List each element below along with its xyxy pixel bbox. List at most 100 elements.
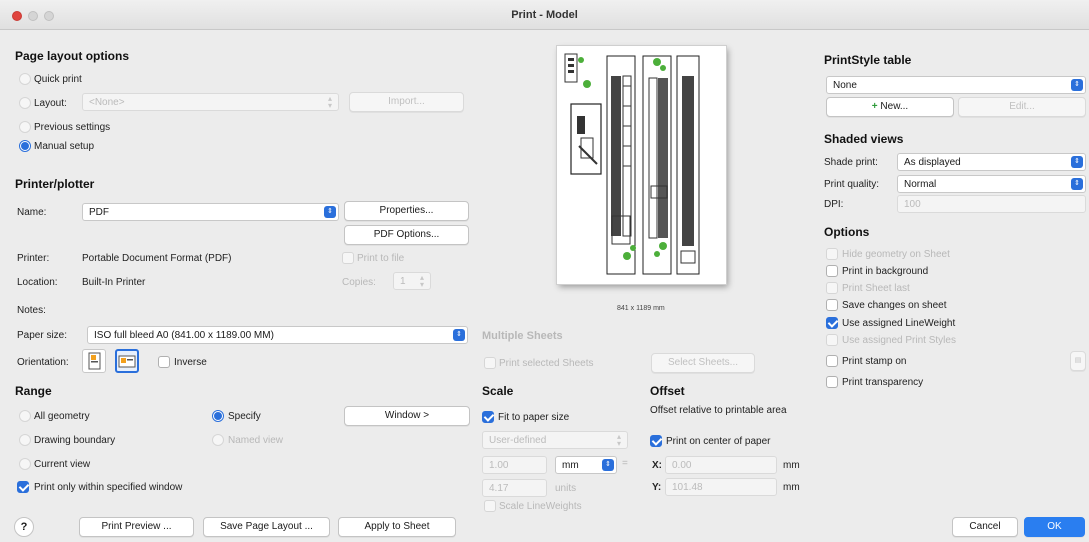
named-view-label: Named view xyxy=(228,435,284,446)
chevron-updown-icon: ⇕ xyxy=(602,459,614,471)
name-label: Name: xyxy=(17,207,47,218)
paper-size-caption: 841 x 1189 mm xyxy=(617,305,665,312)
current-view-label: Current view xyxy=(34,459,91,470)
scale-lineweights-label: Scale LineWeights xyxy=(499,501,582,512)
print-stamp-checkbox[interactable] xyxy=(826,355,838,367)
multiple-sheets-heading: Multiple Sheets xyxy=(482,330,563,342)
offset-x-field[interactable]: 0.00 xyxy=(665,456,777,474)
inverse-label: Inverse xyxy=(174,357,207,368)
new-printstyle-label: New... xyxy=(880,101,909,112)
chevron-updown-icon: ⇕ xyxy=(1071,156,1083,168)
print-transparency-checkbox[interactable] xyxy=(826,376,838,388)
print-only-within-checkbox[interactable] xyxy=(17,481,29,493)
print-selected-sheets-checkbox[interactable] xyxy=(484,357,496,369)
portrait-icon xyxy=(88,352,101,370)
scale-select[interactable]: User-defined ▴ ▾ xyxy=(482,431,628,449)
shaded-views-heading: Shaded views xyxy=(824,132,904,146)
shade-print-value: As displayed xyxy=(904,157,961,168)
layout-select[interactable]: <None> ▴ ▾ xyxy=(82,93,339,111)
new-printstyle-button[interactable]: + New... xyxy=(826,97,954,117)
chevron-updown-icon: ⇕ xyxy=(1071,79,1083,91)
hide-geometry-label: Hide geometry on Sheet xyxy=(842,249,950,260)
scale-value1-field[interactable]: 1.00 xyxy=(482,456,547,474)
plus-icon: + xyxy=(871,101,878,112)
offset-x-label: X: xyxy=(652,460,662,471)
all-geometry-radio[interactable] xyxy=(19,410,31,422)
print-background-checkbox[interactable] xyxy=(826,265,838,277)
properties-button[interactable]: Properties... xyxy=(344,201,469,221)
current-view-radio[interactable] xyxy=(19,458,31,470)
window-title: Print - Model xyxy=(511,9,578,21)
stamp-settings-button[interactable]: ▤ xyxy=(1070,351,1086,371)
import-button[interactable]: Import... xyxy=(349,92,464,112)
select-sheets-button[interactable]: Select Sheets... xyxy=(651,353,755,373)
previous-settings-label: Previous settings xyxy=(34,122,111,133)
print-to-file-checkbox[interactable] xyxy=(342,252,354,264)
scale-unit-select[interactable]: mm ⇕ xyxy=(555,456,617,474)
print-transparency-label: Print transparency xyxy=(842,377,924,388)
center-on-paper-checkbox[interactable] xyxy=(650,435,662,447)
copies-field[interactable]: 1 ▴ ▾ xyxy=(393,272,431,290)
use-lineweight-checkbox[interactable] xyxy=(826,317,838,329)
help-button[interactable]: ? xyxy=(14,517,34,537)
quick-print-label: Quick print xyxy=(34,74,82,85)
print-background-label: Print in background xyxy=(842,266,929,277)
notes-label: Notes: xyxy=(17,305,46,316)
layout-radio[interactable] xyxy=(19,97,31,109)
specify-radio[interactable] xyxy=(212,410,224,422)
landscape-icon xyxy=(118,355,136,368)
layout-select-value: <None> xyxy=(89,97,125,108)
previous-settings-radio[interactable] xyxy=(19,121,31,133)
chevron-updown-icon: ⇕ xyxy=(1071,178,1083,190)
scale-lineweights-checkbox[interactable] xyxy=(484,500,496,512)
chevron-updown-icon: ▴ ▾ xyxy=(327,94,332,110)
save-changes-label: Save changes on sheet xyxy=(842,300,947,311)
edit-printstyle-button[interactable]: Edit... xyxy=(958,97,1086,117)
scale-value2-field[interactable]: 4.17 xyxy=(482,479,547,497)
shade-print-select[interactable]: As displayed ⇕ xyxy=(897,153,1086,171)
print-preview-thumbnail xyxy=(557,46,726,284)
offset-y-label: Y: xyxy=(652,482,662,493)
drawing-boundary-radio[interactable] xyxy=(19,434,31,446)
print-preview-button[interactable]: Print Preview ... xyxy=(79,517,194,537)
dpi-label: DPI: xyxy=(824,199,844,210)
paper-size-select[interactable]: ISO full bleed A0 (841.00 x 1189.00 MM) … xyxy=(87,326,468,344)
dpi-field[interactable]: 100 xyxy=(897,195,1086,213)
inverse-checkbox[interactable] xyxy=(158,356,170,368)
pdf-options-button[interactable]: PDF Options... xyxy=(344,225,469,245)
chevron-updown-icon: ⇕ xyxy=(453,329,465,341)
use-lineweight-label: Use assigned LineWeight xyxy=(842,318,956,329)
print-selected-sheets-label: Print selected Sheets xyxy=(499,358,594,369)
window-button[interactable]: Window > xyxy=(344,406,470,426)
orientation-label: Orientation: xyxy=(17,357,69,368)
fit-to-paper-checkbox[interactable] xyxy=(482,411,494,423)
scale-unit2-label: units xyxy=(555,483,577,494)
ok-button[interactable]: OK xyxy=(1024,517,1085,537)
printer-value: Portable Document Format (PDF) xyxy=(82,253,232,264)
portrait-orientation-button[interactable] xyxy=(82,349,106,373)
layout-label: Layout: xyxy=(34,98,67,109)
printer-name-select[interactable]: PDF ⇕ xyxy=(82,203,339,221)
options-heading: Options xyxy=(824,225,870,239)
printer-name-value: PDF xyxy=(89,207,109,218)
range-heading: Range xyxy=(15,384,52,398)
offset-y-field[interactable]: 101.48 xyxy=(665,478,777,496)
print-quality-select[interactable]: Normal ⇕ xyxy=(897,175,1086,193)
hide-geometry-checkbox[interactable] xyxy=(826,248,838,260)
manual-setup-radio[interactable] xyxy=(19,140,31,152)
landscape-orientation-button[interactable] xyxy=(115,349,139,373)
paper-size-value: ISO full bleed A0 (841.00 x 1189.00 MM) xyxy=(94,330,274,341)
printstyle-select[interactable]: None ⇕ xyxy=(826,76,1086,94)
apply-to-sheet-button[interactable]: Apply to Sheet xyxy=(338,517,456,537)
offset-description: Offset relative to printable area xyxy=(650,405,787,416)
save-page-layout-button[interactable]: Save Page Layout ... xyxy=(203,517,330,537)
save-changes-checkbox[interactable] xyxy=(826,299,838,311)
cancel-button[interactable]: Cancel xyxy=(952,517,1018,537)
quick-print-radio[interactable] xyxy=(19,73,31,85)
print-sheet-last-checkbox[interactable] xyxy=(826,282,838,294)
use-print-styles-checkbox[interactable] xyxy=(826,334,838,346)
stamp-settings-icon: ▤ xyxy=(1074,357,1082,364)
named-view-radio[interactable] xyxy=(212,434,224,446)
center-on-paper-label: Print on center of paper xyxy=(666,436,771,447)
fit-to-paper-label: Fit to paper size xyxy=(498,412,570,423)
